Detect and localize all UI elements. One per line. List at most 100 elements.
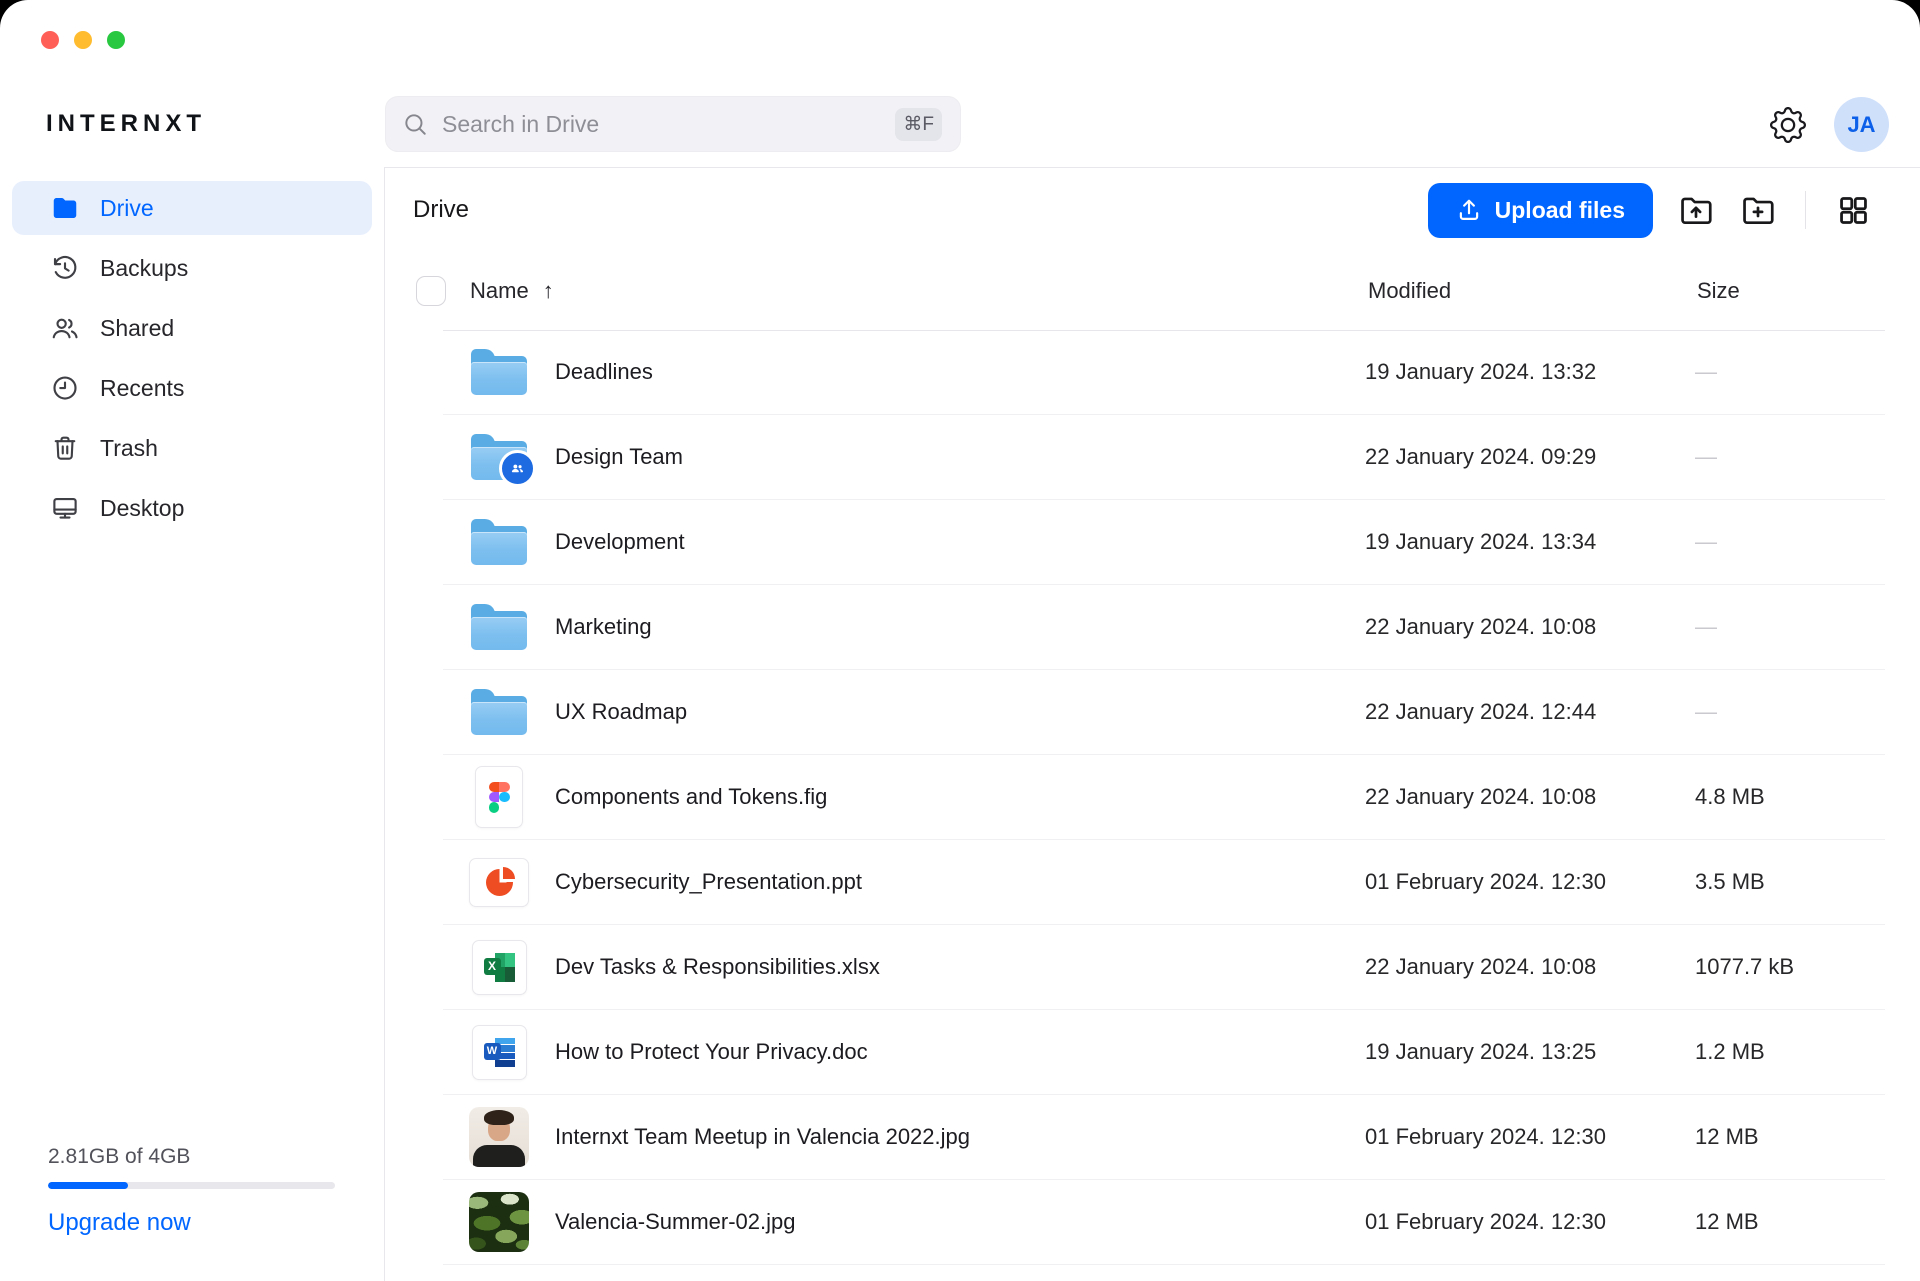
- trash-icon: [50, 433, 80, 463]
- sidebar-item-label: Drive: [100, 195, 154, 222]
- file-modified: 22 January 2024. 09:29: [1365, 444, 1695, 470]
- file-icon: [443, 1192, 555, 1252]
- storage-progress-bar: [48, 1182, 335, 1189]
- upload-files-label: Upload files: [1495, 197, 1625, 224]
- file-row[interactable]: W How to Protect Your Privacy.doc 19 Jan…: [443, 1010, 1885, 1095]
- upgrade-now-link[interactable]: Upgrade now: [48, 1209, 191, 1237]
- powerpoint-file-icon: [469, 858, 529, 907]
- upload-folder-icon: [1677, 191, 1715, 229]
- storage-widget: 2.81GB of 4GB Upgrade now: [48, 1145, 335, 1237]
- gear-icon: [1770, 107, 1808, 143]
- desktop-icon: [50, 493, 80, 523]
- search-icon: [402, 111, 428, 137]
- word-file-icon: W: [472, 1025, 527, 1080]
- file-modified: 19 January 2024. 13:25: [1365, 1039, 1695, 1065]
- file-modified: 19 January 2024. 13:32: [1365, 359, 1695, 385]
- figma-file-icon: [475, 766, 523, 828]
- search-shortcut-badge: ⌘F: [895, 108, 942, 141]
- file-icon: [443, 858, 555, 907]
- sidebar-item-label: Shared: [100, 315, 174, 342]
- sidebar-item-shared[interactable]: Shared: [12, 301, 372, 355]
- settings-button[interactable]: [1770, 106, 1808, 144]
- file-icon: [443, 434, 555, 480]
- file-size: —: [1695, 529, 1885, 555]
- file-row[interactable]: Marketing 22 January 2024. 10:08 —: [443, 585, 1885, 670]
- file-name: Design Team: [555, 444, 1365, 470]
- file-size: 1.2 MB: [1695, 1039, 1885, 1065]
- file-row[interactable]: Valencia-Summer-02.jpg 01 February 2024.…: [443, 1180, 1885, 1265]
- sidebar-item-label: Backups: [100, 255, 188, 282]
- file-modified: 19 January 2024. 13:34: [1365, 529, 1695, 555]
- list-header: Name ↑ Modified Size: [443, 252, 1885, 331]
- sidebar-nav: Drive Backups Shared Recents Trash Deskt…: [0, 181, 384, 541]
- people-icon: [50, 313, 80, 343]
- file-row[interactable]: X Dev Tasks & Responsibilities.xlsx 22 J…: [443, 925, 1885, 1010]
- file-row[interactable]: Cybersecurity_Presentation.ppt 01 Februa…: [443, 840, 1885, 925]
- file-size: 1077.7 kB: [1695, 954, 1885, 980]
- search-input[interactable]: [440, 110, 895, 139]
- file-name: Marketing: [555, 614, 1365, 640]
- sidebar-item-desktop[interactable]: Desktop: [12, 481, 372, 535]
- account-avatar[interactable]: JA: [1834, 97, 1889, 152]
- sort-ascending-icon: ↑: [543, 278, 554, 304]
- grid-view-icon: [1836, 193, 1871, 228]
- file-modified: 22 January 2024. 12:44: [1365, 699, 1695, 725]
- file-size: 12 MB: [1695, 1124, 1885, 1150]
- sidebar-item-label: Desktop: [100, 495, 184, 522]
- file-name: How to Protect Your Privacy.doc: [555, 1039, 1365, 1065]
- file-size: —: [1695, 359, 1885, 385]
- file-icon: [443, 519, 555, 565]
- file-modified: 01 February 2024. 12:30: [1365, 1124, 1695, 1150]
- sidebar-item-drive[interactable]: Drive: [12, 181, 372, 235]
- excel-file-icon: X: [472, 940, 527, 995]
- page-title: Drive: [413, 196, 469, 224]
- file-size: 4.8 MB: [1695, 784, 1885, 810]
- upload-files-button[interactable]: Upload files: [1428, 183, 1653, 238]
- column-header-size: Size: [1697, 252, 1740, 330]
- history-icon: [50, 253, 80, 283]
- file-icon: [443, 1107, 555, 1167]
- file-row[interactable]: Development 19 January 2024. 13:34 —: [443, 500, 1885, 585]
- file-row[interactable]: Components and Tokens.fig 22 January 202…: [443, 755, 1885, 840]
- column-header-modified: Modified: [1368, 252, 1451, 330]
- upload-folder-button[interactable]: [1677, 191, 1715, 229]
- upload-icon: [1456, 197, 1482, 223]
- column-header-name[interactable]: Name ↑: [470, 252, 554, 330]
- select-all-checkbox[interactable]: [416, 276, 446, 306]
- file-modified: 22 January 2024. 10:08: [1365, 784, 1695, 810]
- search-bar[interactable]: ⌘F: [385, 96, 961, 152]
- file-modified: 01 February 2024. 12:30: [1365, 1209, 1695, 1235]
- file-size: —: [1695, 699, 1885, 725]
- file-name: Deadlines: [555, 359, 1365, 385]
- file-modified: 01 February 2024. 12:30: [1365, 869, 1695, 895]
- photo-thumbnail: [469, 1107, 529, 1167]
- file-row[interactable]: UX Roadmap 22 January 2024. 12:44 —: [443, 670, 1885, 755]
- file-row[interactable]: Deadlines 19 January 2024. 13:32 —: [443, 330, 1885, 415]
- folder-icon: [50, 193, 80, 223]
- file-list: Deadlines 19 January 2024. 13:32 — Desig…: [443, 330, 1885, 1265]
- file-name: UX Roadmap: [555, 699, 1365, 725]
- storage-usage-text: 2.81GB of 4GB: [48, 1145, 335, 1169]
- sidebar-item-backups[interactable]: Backups: [12, 241, 372, 295]
- minimize-window-button[interactable]: [74, 31, 92, 49]
- storage-bar-fill: [48, 1182, 128, 1189]
- file-icon: [443, 689, 555, 735]
- file-name: Internxt Team Meetup in Valencia 2022.jp…: [555, 1124, 1365, 1150]
- sidebar-item-trash[interactable]: Trash: [12, 421, 372, 475]
- file-size: —: [1695, 444, 1885, 470]
- file-name: Development: [555, 529, 1365, 555]
- grid-view-button[interactable]: [1834, 191, 1872, 229]
- new-folder-icon: [1739, 191, 1777, 229]
- close-window-button[interactable]: [41, 31, 59, 49]
- file-size: 12 MB: [1695, 1209, 1885, 1235]
- file-size: 3.5 MB: [1695, 869, 1885, 895]
- new-folder-button[interactable]: [1739, 191, 1777, 229]
- file-name: Components and Tokens.fig: [555, 784, 1365, 810]
- zoom-window-button[interactable]: [107, 31, 125, 49]
- file-name: Dev Tasks & Responsibilities.xlsx: [555, 954, 1365, 980]
- file-row[interactable]: Internxt Team Meetup in Valencia 2022.jp…: [443, 1095, 1885, 1180]
- file-row[interactable]: Design Team 22 January 2024. 09:29 —: [443, 415, 1885, 500]
- sidebar-item-recents[interactable]: Recents: [12, 361, 372, 415]
- file-icon: W: [443, 1025, 555, 1080]
- file-icon: [443, 766, 555, 828]
